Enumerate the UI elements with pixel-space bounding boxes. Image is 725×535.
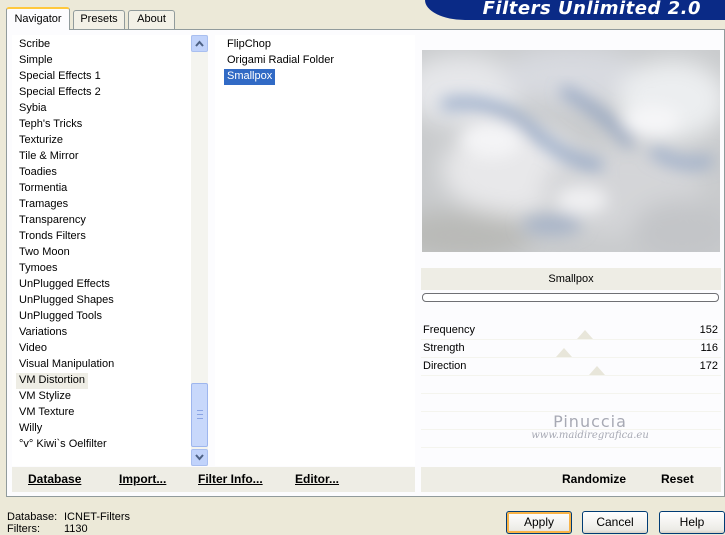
filter-name-label: Smallpox: [421, 268, 721, 290]
frequency-slider[interactable]: [496, 322, 646, 340]
import-button[interactable]: Import...: [119, 472, 166, 486]
header-banner: Filters Unlimited 2.0: [425, 0, 725, 20]
filter-list[interactable]: FlipChop Origami Radial Folder Smallpox: [215, 35, 415, 466]
category-item[interactable]: Sybia: [16, 101, 50, 117]
app-title: Filters Unlimited 2.0: [482, 0, 701, 19]
database-button[interactable]: Database: [28, 472, 81, 486]
category-item[interactable]: Variations: [16, 325, 70, 341]
category-item[interactable]: Tymoes: [16, 261, 61, 277]
empty-param-row: [421, 396, 721, 412]
param-value: 152: [699, 324, 718, 336]
category-item[interactable]: Special Effects 2: [16, 85, 104, 101]
editor-button[interactable]: Editor...: [295, 472, 339, 486]
param-label: Strength: [423, 342, 465, 354]
help-button[interactable]: Help: [659, 511, 725, 534]
category-item[interactable]: Simple: [16, 53, 56, 69]
param-row-frequency: Frequency 152: [421, 322, 721, 340]
tab-presets[interactable]: Presets: [73, 10, 125, 29]
grip-icon: [197, 410, 203, 419]
category-item[interactable]: Tile & Mirror: [16, 149, 81, 165]
category-item[interactable]: VM Texture: [16, 405, 77, 421]
category-item[interactable]: UnPlugged Shapes: [16, 293, 117, 309]
slider-thumb[interactable]: [556, 348, 573, 357]
category-item[interactable]: Toadies: [16, 165, 60, 181]
category-item[interactable]: Scribe: [16, 37, 53, 53]
filters-count: 1130: [64, 523, 88, 535]
category-item[interactable]: Video: [16, 341, 50, 357]
category-item[interactable]: Transparency: [16, 213, 89, 229]
category-item[interactable]: Special Effects 1: [16, 69, 104, 85]
param-row-direction: Direction 172: [421, 358, 721, 376]
database-value: ICNET-Filters: [64, 511, 130, 523]
database-label: Database:: [7, 511, 58, 523]
param-label: Frequency: [423, 324, 475, 336]
category-item[interactable]: Tronds Filters: [16, 229, 89, 245]
filter-item[interactable]: FlipChop: [224, 37, 274, 53]
category-item[interactable]: Texturize: [16, 133, 66, 149]
filter-info-button[interactable]: Filter Info...: [198, 472, 263, 486]
parameter-panel: Frequency 152 Strength 116 Direction 172: [421, 322, 721, 464]
category-item[interactable]: Visual Manipulation: [16, 357, 117, 373]
chevron-up-icon: [195, 40, 204, 47]
reset-button[interactable]: Reset: [661, 472, 694, 486]
category-item[interactable]: Two Moon: [16, 245, 73, 261]
progress-bar: [422, 293, 719, 302]
filter-item[interactable]: Smallpox: [224, 69, 276, 85]
filter-preview-image: [422, 50, 720, 252]
filter-item[interactable]: Origami Radial Folder: [224, 53, 337, 69]
category-scrollbar[interactable]: [191, 35, 208, 466]
param-row-strength: Strength 116: [421, 340, 721, 358]
slider-thumb[interactable]: [577, 330, 594, 339]
slider-thumb[interactable]: [589, 366, 606, 375]
param-label: Direction: [423, 360, 467, 372]
category-item[interactable]: UnPlugged Tools: [16, 309, 105, 325]
watermark-name: Pinuccia: [553, 412, 627, 431]
watermark: Pinuccia www.maidiregrafica.eu: [510, 412, 670, 441]
category-item[interactable]: VM Distortion: [16, 373, 89, 389]
category-item[interactable]: °v° Kiwi`s Oelfilter: [16, 437, 110, 453]
filter-action-bar: Randomize Reset: [421, 467, 721, 492]
tab-navigator[interactable]: Navigator: [6, 7, 70, 30]
direction-slider[interactable]: [496, 358, 646, 376]
category-item[interactable]: Teph's Tricks: [16, 117, 85, 133]
category-item[interactable]: Tramages: [16, 197, 71, 213]
tab-about[interactable]: About: [128, 10, 175, 29]
scroll-up-button[interactable]: [191, 35, 208, 52]
filters-label: Filters:: [7, 523, 40, 535]
category-item[interactable]: Willy: [16, 421, 45, 437]
category-item[interactable]: UnPlugged Effects: [16, 277, 113, 293]
param-value: 116: [700, 342, 718, 354]
navigator-action-bar: Database Import... Filter Info... Editor…: [12, 467, 415, 492]
chevron-down-icon: [195, 454, 204, 461]
strength-slider[interactable]: [496, 340, 646, 358]
category-item[interactable]: VM Stylize: [16, 389, 74, 405]
category-list[interactable]: Scribe Simple Special Effects 1 Special Eff…: [12, 35, 208, 466]
scroll-thumb[interactable]: [191, 383, 208, 447]
apply-button[interactable]: Apply: [506, 511, 572, 534]
param-value: 172: [699, 360, 718, 372]
scroll-down-button[interactable]: [191, 449, 208, 466]
cancel-button[interactable]: Cancel: [582, 511, 648, 534]
category-item[interactable]: Tormentia: [16, 181, 70, 197]
empty-param-row: [421, 378, 721, 394]
watermark-url: www.maidiregrafica.eu: [531, 430, 649, 441]
randomize-button[interactable]: Randomize: [562, 472, 626, 486]
